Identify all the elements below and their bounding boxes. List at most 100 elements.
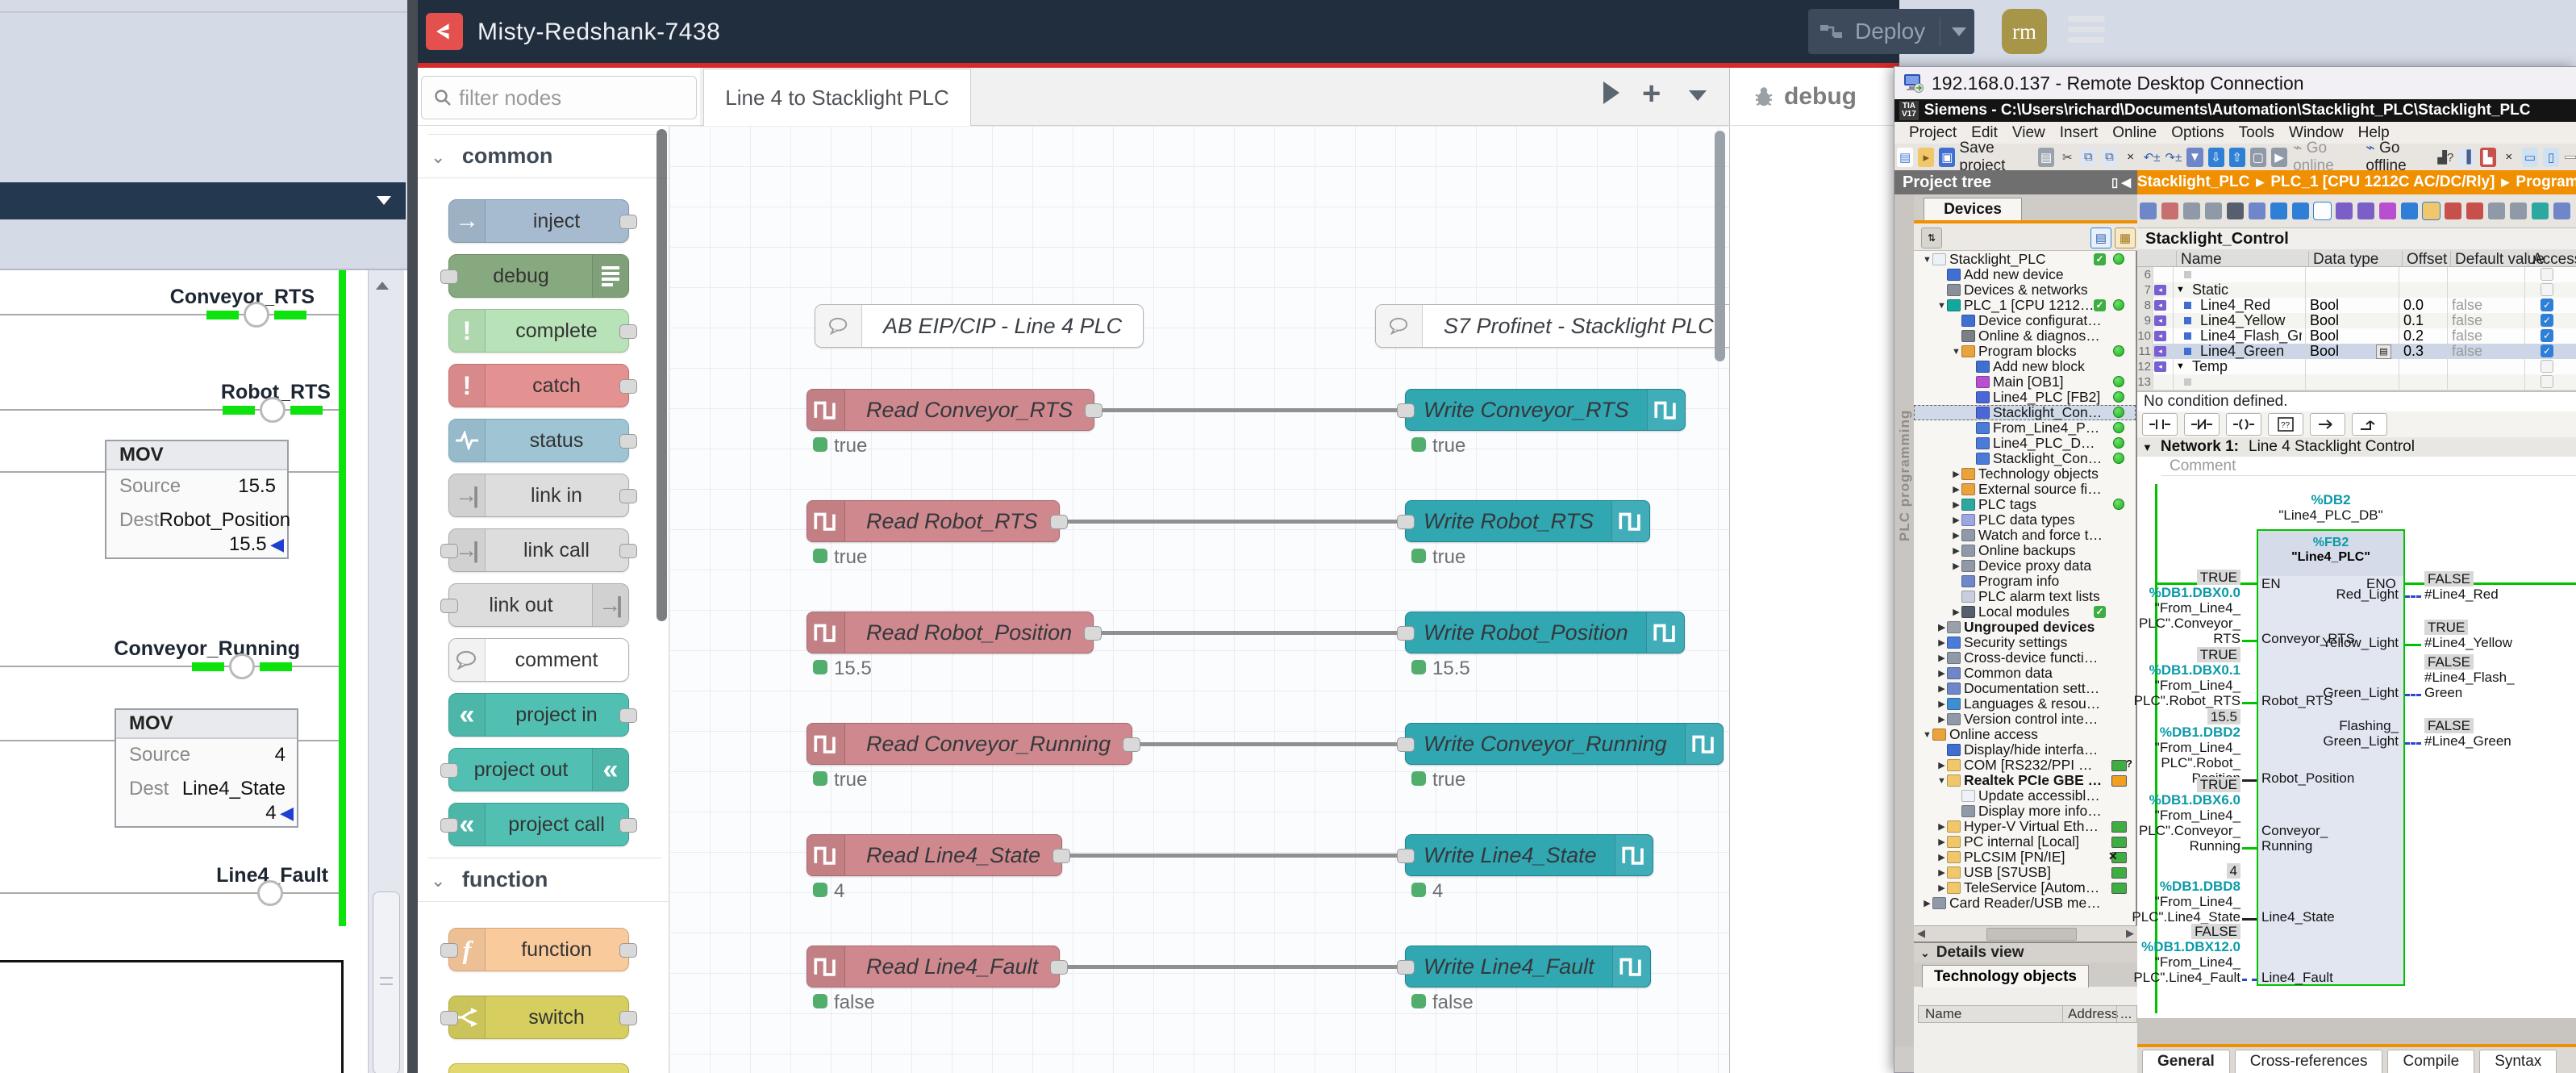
scroll-up-icon[interactable]: [376, 282, 389, 290]
member-default[interactable]: false: [2452, 328, 2516, 344]
tree-item-watch-and-force-tables[interactable]: ▶ Watch and force tables: [1914, 528, 2136, 543]
input-operand[interactable]: PLC".Robot_: [2097, 755, 2240, 770]
tree-item-plc-data-types[interactable]: ▶ PLC data types: [1914, 512, 2136, 528]
search-input[interactable]: filter nodes: [421, 76, 697, 119]
input-operand[interactable]: FALSE: [2097, 924, 2240, 939]
coil-tag-label[interactable]: Conveyor_Running: [0, 637, 300, 661]
toolbar-icon[interactable]: ▭: [2522, 148, 2538, 167]
add-tab-icon[interactable]: +: [1642, 76, 1661, 112]
output-port[interactable]: [619, 324, 637, 339]
inspector-tab-cross-references[interactable]: Cross-references: [2235, 1050, 2383, 1073]
section-collapse-icon[interactable]: ▼: [2176, 285, 2185, 294]
input-port[interactable]: [440, 269, 458, 284]
tab-list-icon[interactable]: [1689, 90, 1707, 101]
input-operand[interactable]: PLC".Line4_State: [2097, 909, 2240, 925]
input-operand[interactable]: Running: [2097, 838, 2240, 854]
accessible-checkbox[interactable]: [2541, 375, 2553, 388]
network-header[interactable]: ▼ Network 1: Line 4 Stacklight Control: [2137, 437, 2576, 457]
member-name[interactable]: [2200, 267, 2302, 282]
input-operand[interactable]: "From_Line4_: [2097, 954, 2240, 970]
output-operand[interactable]: FALSE: [2424, 654, 2474, 670]
member-name[interactable]: Line4_Yellow: [2200, 313, 2302, 328]
node-Read-Robot_Position[interactable]: Read Robot_Position: [807, 612, 1094, 653]
input-operand[interactable]: PLC".Line4_Fault: [2097, 970, 2240, 985]
menu-tools[interactable]: Tools: [2239, 124, 2274, 142]
output-operand[interactable]: FALSE: [2424, 571, 2474, 587]
editor-toolbar-icon[interactable]: [2488, 202, 2505, 219]
output-port[interactable]: [1050, 960, 1068, 975]
member-default[interactable]: false: [2452, 298, 2516, 313]
expand-open-icon[interactable]: ▼: [1922, 730, 1932, 740]
input-port[interactable]: [1397, 515, 1415, 529]
input-port[interactable]: [440, 763, 458, 778]
chevron-down-icon[interactable]: [377, 196, 391, 205]
output-port[interactable]: [619, 215, 637, 229]
deploy-button[interactable]: Deploy: [1808, 9, 1974, 54]
input-operand[interactable]: %DB1.DBX0.0: [2097, 585, 2240, 600]
coil-icon[interactable]: [260, 397, 286, 423]
member-datatype[interactable]: Bool: [2310, 344, 2382, 359]
collapse-panel-icon[interactable]: ▯ ◀: [2111, 175, 2131, 190]
member-datatype[interactable]: Bool: [2310, 328, 2382, 344]
lad-element-button[interactable]: [2142, 413, 2178, 436]
toolbar-icon[interactable]: ▤: [1897, 148, 1913, 167]
member-name[interactable]: Line4_Flash_Green: [2200, 328, 2302, 344]
plc-programming-vertical-label[interactable]: PLC programming: [1897, 410, 1913, 541]
iface-col-accessible[interactable]: Accessible: [2528, 251, 2576, 266]
toolbar-icon[interactable]: ▼: [2186, 148, 2203, 167]
palette-node-link-out[interactable]: →|link out: [448, 583, 629, 627]
accessible-checkbox[interactable]: [2541, 360, 2553, 373]
comment-node[interactable]: AB EIP/CIP - Line 4 PLC: [815, 304, 1144, 348]
tree-item-plc-tags[interactable]: ▶ PLC tags: [1914, 497, 2136, 512]
palette-node-project-in[interactable]: «project in: [448, 693, 629, 737]
toolbar-icon[interactable]: ▯: [2543, 148, 2559, 167]
node-Read-Conveyor_RTS[interactable]: Read Conveyor_RTS: [807, 389, 1094, 431]
toolbar-icon[interactable]: ▢: [2250, 148, 2266, 167]
input-operand[interactable]: %DB1.DBX0.1: [2097, 662, 2240, 678]
input-operand[interactable]: "From_Line4_: [2097, 740, 2240, 755]
tab-devices[interactable]: Devices: [1924, 198, 2022, 221]
toolbar-icon[interactable]: ↷±: [2165, 148, 2182, 167]
accessible-checkbox-checked[interactable]: ✓: [2541, 299, 2553, 311]
inspector-tab-syntax[interactable]: Syntax: [2479, 1050, 2557, 1073]
view-extra-icon[interactable]: ▦: [2115, 228, 2136, 248]
output-operand[interactable]: FALSE: [2424, 718, 2474, 733]
iface-col-data-type[interactable]: Data type: [2308, 251, 2378, 266]
palette-node-comment[interactable]: comment: [448, 638, 629, 682]
member-datatype[interactable]: Bool: [2310, 313, 2382, 328]
input-port[interactable]: [440, 818, 458, 833]
palette-node-partial[interactable]: [448, 1063, 629, 1073]
expand-closed-icon[interactable]: ▶: [1951, 499, 1961, 510]
input-operand[interactable]: %DB1.DBD2: [2097, 724, 2240, 740]
comment-node[interactable]: S7 Profinet - Stacklight PLC: [1375, 304, 1736, 348]
accessible-checkbox[interactable]: [2541, 268, 2553, 281]
save-project-button[interactable]: Save project: [1959, 140, 2031, 175]
editor-toolbar-icon[interactable]: [2292, 202, 2309, 219]
expand-closed-icon[interactable]: ▶: [1936, 883, 1947, 893]
tree-item-online-backups[interactable]: ▶ Online backups: [1914, 543, 2136, 558]
expand-closed-icon[interactable]: ▶: [1951, 530, 1961, 541]
expand-closed-icon[interactable]: ▶: [1936, 653, 1947, 663]
input-operand[interactable]: "From_Line4_: [2097, 808, 2240, 823]
section-collapse-icon[interactable]: ▼: [2176, 361, 2185, 371]
editor-toolbar-icon[interactable]: [2227, 202, 2244, 219]
editor-toolbar-icon[interactable]: [2161, 202, 2178, 219]
lad-element-button[interactable]: [2226, 413, 2261, 436]
menu-icon[interactable]: [2068, 11, 2105, 48]
tree-item-add-new-device[interactable]: Add new device: [1914, 267, 2136, 282]
tree-item-add-new-block[interactable]: Add new block: [1914, 359, 2136, 374]
palette-node-debug[interactable]: debug: [448, 254, 629, 298]
input-operand[interactable]: TRUE: [2097, 777, 2240, 792]
tree-item-from-line4-plc-db1-[interactable]: From_Line4_PLC [DB1]: [1914, 420, 2136, 436]
input-operand[interactable]: TRUE: [2097, 647, 2240, 662]
menu-insert[interactable]: Insert: [2060, 124, 2099, 142]
expand-closed-icon[interactable]: ▶: [1951, 545, 1961, 556]
output-port[interactable]: [619, 818, 637, 833]
input-port[interactable]: [440, 943, 458, 958]
member-name[interactable]: Static: [2192, 282, 2302, 298]
scroll-left-icon[interactable]: ◀: [1917, 927, 1925, 940]
output-port[interactable]: [619, 434, 637, 449]
input-operand[interactable]: "From_Line4_: [2097, 600, 2240, 616]
expand-closed-icon[interactable]: ▶: [1936, 683, 1947, 694]
toolbar-icon[interactable]: ▣: [1939, 148, 1955, 167]
